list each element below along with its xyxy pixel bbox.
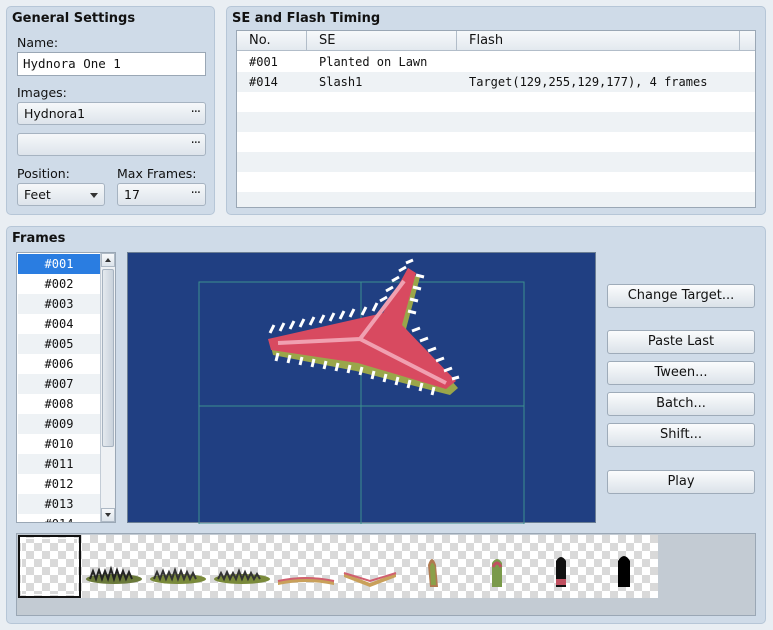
cell-selected[interactable] — [18, 535, 81, 598]
list-item[interactable]: #009 — [18, 414, 100, 434]
frame-list-scrollbar[interactable] — [100, 253, 115, 522]
cell-thumb[interactable] — [274, 535, 338, 598]
cell-palette[interactable] — [16, 533, 756, 616]
cell-se: Planted on Lawn — [319, 55, 428, 69]
tween-button[interactable]: Tween... — [607, 361, 755, 385]
se-flash-table[interactable]: No. SE Flash #001 Planted on Lawn #014 S… — [236, 30, 756, 208]
image2-field[interactable]: ··· — [17, 133, 206, 156]
name-field[interactable]: Hydnora One 1 — [17, 52, 206, 76]
cell-no: #001 — [249, 55, 278, 69]
frames-title: Frames — [12, 231, 66, 246]
browse-icon: ··· — [190, 136, 201, 151]
scroll-down-icon — [105, 513, 111, 517]
list-item[interactable]: #008 — [18, 394, 100, 414]
cell-flash: Target(129,255,129,177), 4 frames — [469, 75, 708, 89]
list-item[interactable]: #001 — [18, 254, 100, 274]
column-header-no[interactable]: No. — [237, 31, 307, 51]
column-header-flash[interactable]: Flash — [457, 31, 740, 51]
position-value: Feet — [24, 187, 51, 202]
list-item[interactable]: #002 — [18, 274, 100, 294]
cell-no: #014 — [249, 75, 278, 89]
cell-thumb[interactable] — [402, 535, 466, 598]
cell-thumb[interactable] — [338, 535, 402, 598]
browse-icon: ··· — [190, 186, 201, 201]
max-frames-value: 17 — [124, 187, 140, 202]
list-item[interactable]: #011 — [18, 454, 100, 474]
canvas-drawing — [198, 258, 525, 524]
cell-thumb[interactable] — [466, 535, 530, 598]
table-row-empty[interactable] — [237, 192, 755, 207]
table-row[interactable]: #001 Planted on Lawn — [237, 52, 755, 72]
general-settings-title: General Settings — [12, 11, 136, 26]
play-button[interactable]: Play — [607, 470, 755, 494]
list-item[interactable]: #007 — [18, 374, 100, 394]
cell-se: Slash1 — [319, 75, 363, 89]
max-frames-field[interactable]: 17 ··· — [117, 183, 206, 206]
list-item[interactable]: #013 — [18, 494, 100, 514]
list-item[interactable]: #010 — [18, 434, 100, 454]
column-header-se[interactable]: SE — [307, 31, 457, 51]
browse-icon: ··· — [190, 105, 201, 120]
position-select[interactable]: Feet — [17, 183, 105, 206]
change-target-button[interactable]: Change Target... — [607, 284, 755, 308]
image1-value: Hydnora1 — [24, 106, 86, 121]
table-row-empty[interactable] — [237, 172, 755, 192]
general-settings-panel: General Settings Name: Hydnora One 1 Ima… — [6, 6, 215, 215]
list-item[interactable]: #004 — [18, 314, 100, 334]
cell-thumb[interactable] — [82, 535, 146, 598]
shift-button[interactable]: Shift... — [607, 423, 755, 447]
scroll-up-button[interactable] — [101, 253, 115, 267]
batch-button[interactable]: Batch... — [607, 392, 755, 416]
table-row-empty[interactable] — [237, 92, 755, 112]
se-flash-title: SE and Flash Timing — [232, 11, 381, 26]
hydnora-sprite — [268, 258, 460, 396]
scroll-thumb[interactable] — [102, 269, 114, 447]
table-row-empty[interactable] — [237, 112, 755, 132]
table-row-empty[interactable] — [237, 152, 755, 172]
max-frames-label: Max Frames: — [117, 166, 197, 181]
frame-list[interactable]: #001 #002 #003 #004 #005 #006 #007 #008 … — [16, 252, 116, 523]
list-item[interactable]: #005 — [18, 334, 100, 354]
cell-thumb[interactable] — [146, 535, 210, 598]
name-label: Name: — [17, 35, 59, 50]
chevron-down-icon — [90, 193, 98, 198]
table-header: No. SE Flash — [237, 31, 755, 51]
table-row[interactable]: #014 Slash1 Target(129,255,129,177), 4 f… — [237, 72, 755, 92]
animation-canvas[interactable] — [127, 252, 596, 524]
scroll-down-button[interactable] — [101, 508, 115, 522]
image1-field[interactable]: Hydnora1 ··· — [17, 102, 206, 125]
list-item[interactable]: #006 — [18, 354, 100, 374]
list-item[interactable]: #014 — [18, 514, 100, 522]
cell-thumb[interactable] — [594, 535, 658, 598]
list-item[interactable]: #003 — [18, 294, 100, 314]
table-row-empty[interactable] — [237, 132, 755, 152]
paste-last-button[interactable]: Paste Last — [607, 330, 755, 354]
scroll-up-icon — [105, 258, 111, 262]
cell-thumb[interactable] — [210, 535, 274, 598]
cell-thumb[interactable] — [530, 535, 594, 598]
position-label: Position: — [17, 166, 70, 181]
images-label: Images: — [17, 85, 67, 100]
list-item[interactable]: #012 — [18, 474, 100, 494]
